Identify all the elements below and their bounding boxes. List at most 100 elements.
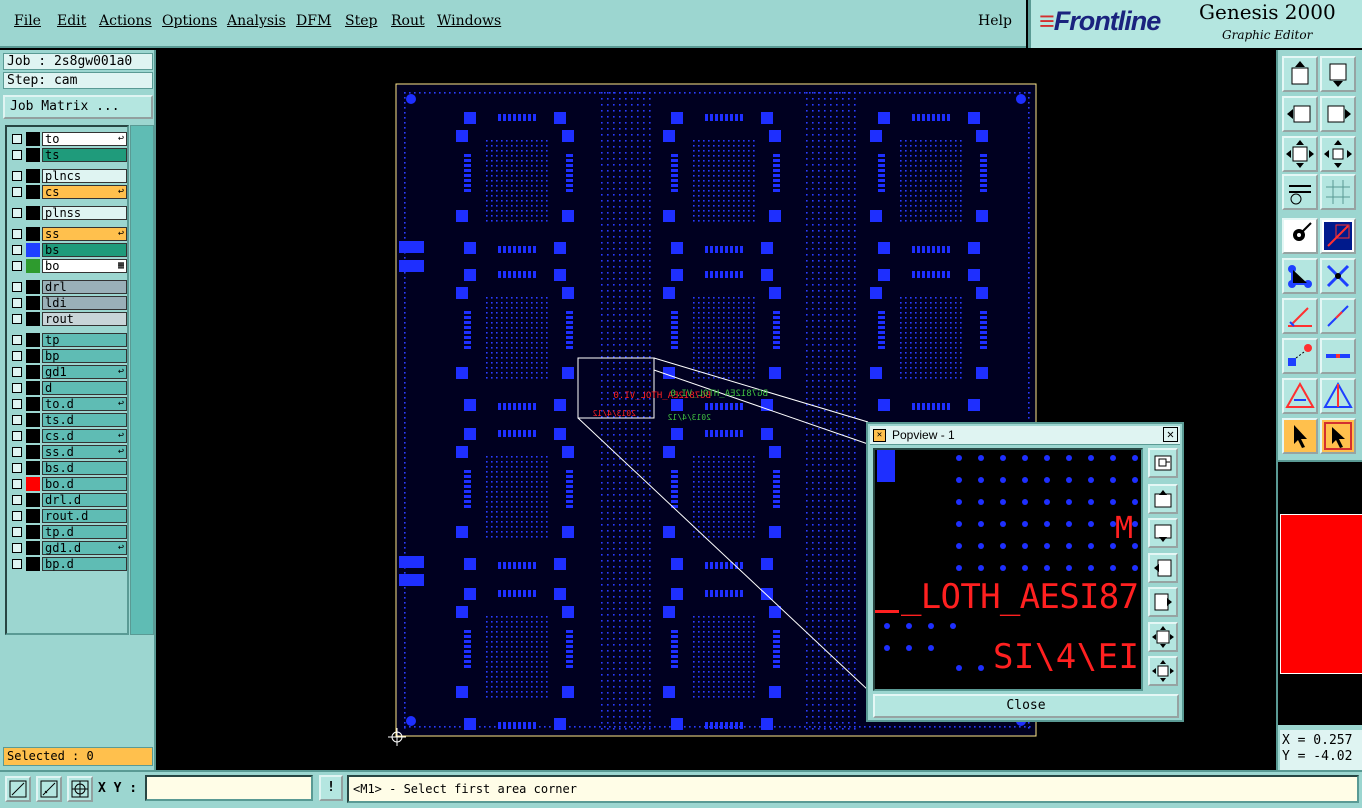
layer-row-bs-d[interactable]: bs.d (9, 461, 127, 475)
layer-name[interactable]: bs.d (42, 461, 127, 475)
layer-color-swatch[interactable] (26, 525, 40, 539)
layer-color-swatch[interactable] (26, 381, 40, 395)
layer-row-rout[interactable]: rout (9, 312, 127, 326)
layer-checkbox[interactable] (12, 245, 22, 255)
layer-row-bo-d[interactable]: bo.d (9, 477, 127, 491)
layer-name[interactable]: d (42, 381, 127, 395)
layer-row-gd1[interactable]: gd1 ↩ (9, 365, 127, 379)
layer-color-swatch[interactable] (26, 557, 40, 571)
overview-map[interactable] (1278, 460, 1362, 725)
popview-move-up-icon[interactable] (1148, 484, 1178, 514)
layer-checkbox[interactable] (12, 187, 22, 197)
layer-name[interactable]: ldi (42, 296, 127, 310)
layer-name[interactable]: to ↩ (42, 132, 127, 146)
layer-name[interactable]: cs ↩ (42, 185, 127, 199)
layer-row-gd1-d[interactable]: gd1.d ↩ (9, 541, 127, 555)
menu-options[interactable]: Options (162, 13, 217, 29)
layer-color-swatch[interactable] (26, 397, 40, 411)
layer-checkbox[interactable] (12, 527, 22, 537)
layer-name[interactable]: plnss (42, 206, 127, 220)
net-icon[interactable] (1282, 258, 1318, 294)
window-menu-icon[interactable]: ✕ (873, 429, 886, 442)
layer-name[interactable]: ts.d (42, 413, 127, 427)
layer-color-swatch[interactable] (26, 169, 40, 183)
layer-name[interactable]: ts (42, 148, 127, 162)
triangle-icon[interactable] (1282, 378, 1318, 414)
layer-name[interactable]: gd1.d ↩ (42, 541, 127, 555)
layer-color-swatch[interactable] (26, 413, 40, 427)
layer-name[interactable]: bp (42, 349, 127, 363)
menu-step[interactable]: Step (345, 13, 377, 29)
menu-windows[interactable]: Windows (437, 13, 501, 29)
layer-checkbox[interactable] (12, 399, 22, 409)
zoom-area-icon[interactable] (5, 776, 31, 802)
menu-help[interactable]: Help (978, 13, 1012, 29)
measure-icon[interactable] (1282, 174, 1318, 210)
layer-row-rout-d[interactable]: rout.d (9, 509, 127, 523)
layer-checkbox[interactable] (12, 150, 22, 160)
layer-checkbox[interactable] (12, 559, 22, 569)
layer-name[interactable]: cs.d ↩ (42, 429, 127, 443)
menu-file[interactable]: File (14, 13, 41, 29)
layer-color-swatch[interactable] (26, 365, 40, 379)
layer-name[interactable]: rout.d (42, 509, 127, 523)
move-down-icon[interactable] (1320, 56, 1356, 92)
layer-checkbox[interactable] (12, 298, 22, 308)
layer-checkbox[interactable] (12, 463, 22, 473)
layer-row-ss-d[interactable]: ss.d ↩ (9, 445, 127, 459)
layer-name[interactable]: bo.d (42, 477, 127, 491)
layer-color-swatch[interactable] (26, 477, 40, 491)
layer-name[interactable]: bp.d (42, 557, 127, 571)
layer-name[interactable]: bs (42, 243, 127, 257)
layer-color-swatch[interactable] (26, 445, 40, 459)
message-button[interactable]: ! (319, 775, 343, 801)
layer-checkbox[interactable] (12, 351, 22, 361)
menu-actions[interactable]: Actions (99, 13, 152, 29)
layer-color-swatch[interactable] (26, 296, 40, 310)
select-area-icon[interactable] (1320, 418, 1356, 454)
job-matrix-button[interactable]: Job Matrix ... (3, 95, 153, 119)
layer-checkbox[interactable] (12, 208, 22, 218)
layer-row-plncs[interactable]: plncs (9, 169, 127, 183)
layer-row-ldi[interactable]: ldi (9, 296, 127, 310)
layer-row-cs[interactable]: cs ↩ (9, 185, 127, 199)
layer-color-swatch[interactable] (26, 509, 40, 523)
layer-color-swatch[interactable] (26, 541, 40, 555)
layer-name[interactable]: gd1 ↩ (42, 365, 127, 379)
layer-checkbox[interactable] (12, 314, 22, 324)
layer-checkbox[interactable] (12, 171, 22, 181)
layer-color-swatch[interactable] (26, 259, 40, 273)
layer-checkbox[interactable] (12, 495, 22, 505)
measure-icon[interactable] (36, 776, 62, 802)
arc-icon[interactable] (1320, 298, 1356, 334)
layer-checkbox[interactable] (12, 335, 22, 345)
popview-zoom-in-icon[interactable] (1148, 448, 1178, 478)
layer-name[interactable]: drl.d (42, 493, 127, 507)
layer-row-plnss[interactable]: plnss (9, 206, 127, 220)
menu-edit[interactable]: Edit (57, 13, 86, 29)
fit-icon[interactable] (1282, 136, 1318, 172)
select-icon[interactable] (1282, 418, 1318, 454)
layer-color-swatch[interactable] (26, 206, 40, 220)
layer-checkbox[interactable] (12, 383, 22, 393)
layer-color-swatch[interactable] (26, 429, 40, 443)
grid-icon[interactable] (1320, 174, 1356, 210)
layer-row-bp[interactable]: bp (9, 349, 127, 363)
layer-color-swatch[interactable] (26, 185, 40, 199)
layer-checkbox[interactable] (12, 447, 22, 457)
layer-row-d[interactable]: d (9, 381, 127, 395)
layer-row-drl[interactable]: drl (9, 280, 127, 294)
layer-color-swatch[interactable] (26, 493, 40, 507)
layer-row-tp-d[interactable]: tp.d (9, 525, 127, 539)
layer-row-ss[interactable]: ss ↩ (9, 227, 127, 241)
layer-color-swatch[interactable] (26, 132, 40, 146)
move-right-icon[interactable] (1320, 96, 1356, 132)
layer-checkbox[interactable] (12, 229, 22, 239)
popview-zoom-out-icon[interactable] (1148, 656, 1178, 686)
layer-name[interactable]: ss ↩ (42, 227, 127, 241)
layer-checkbox[interactable] (12, 134, 22, 144)
popview-move-right-icon[interactable] (1148, 587, 1178, 617)
pad-icon[interactable] (1282, 338, 1318, 374)
menu-rout[interactable]: Rout (391, 13, 425, 29)
close-icon[interactable]: ✕ (1163, 427, 1178, 442)
